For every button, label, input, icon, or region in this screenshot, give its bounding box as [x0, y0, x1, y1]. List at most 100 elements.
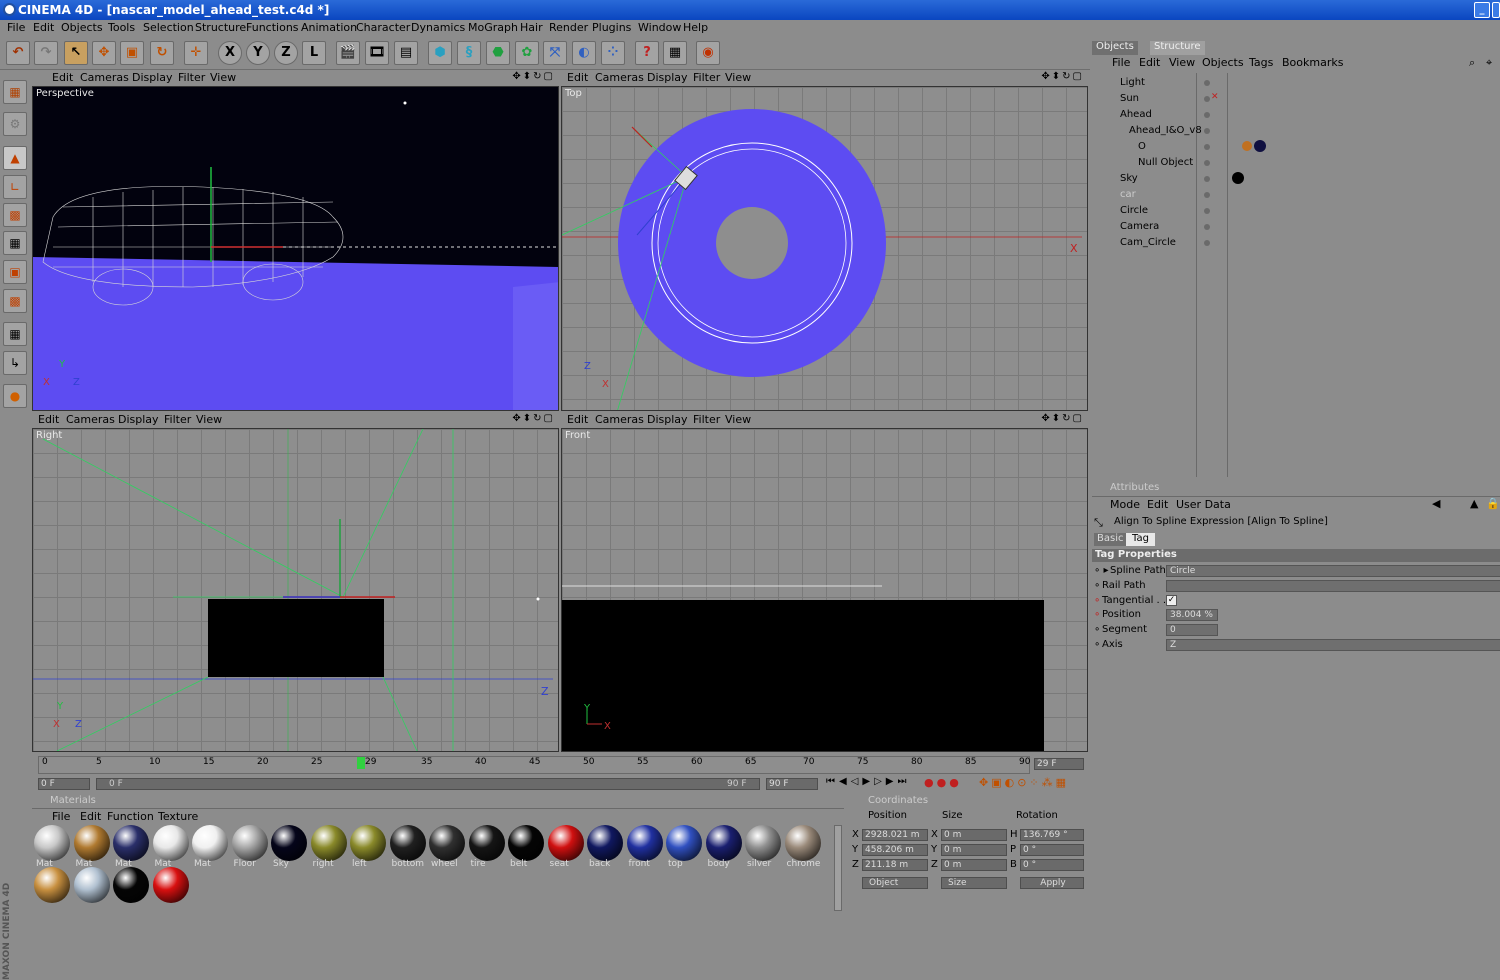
- attr-menu-userdata[interactable]: User Data: [1176, 498, 1231, 511]
- menu-animation[interactable]: Animation: [301, 21, 357, 34]
- model-mode-icon[interactable]: ▦: [3, 80, 27, 104]
- om-menu-edit[interactable]: Edit: [1139, 56, 1160, 69]
- object-mode-icon[interactable]: ⚙: [3, 112, 27, 136]
- mat-menu-edit[interactable]: Edit: [80, 810, 101, 823]
- maximize-button[interactable]: [1492, 2, 1500, 18]
- viewport-nav-icons[interactable]: ✥⬍↻▢: [512, 71, 555, 82]
- back-arrow-icon[interactable]: ◀: [1432, 497, 1440, 510]
- tab-tag[interactable]: Tag: [1126, 533, 1155, 546]
- render-settings-icon[interactable]: ▤: [394, 41, 418, 65]
- material-swatch[interactable]: [784, 825, 821, 861]
- vp-menu-display[interactable]: Display: [132, 71, 173, 84]
- rotation-p-field[interactable]: 0 °: [1020, 844, 1084, 856]
- end-frame-field[interactable]: 90 F: [766, 778, 818, 790]
- viewport-nav-icons[interactable]: ✥⬍↻▢: [1041, 413, 1084, 424]
- vp-menu-cameras[interactable]: Cameras: [595, 71, 644, 84]
- material-swatch[interactable]: [389, 825, 426, 861]
- list-item[interactable]: Null Object: [1094, 155, 1494, 171]
- axis-mode-icon[interactable]: ▩: [3, 289, 27, 313]
- list-item[interactable]: O: [1094, 139, 1494, 155]
- workplane-icon[interactable]: ↳: [3, 351, 27, 375]
- menu-window[interactable]: Window: [638, 21, 681, 34]
- playhead[interactable]: [357, 757, 365, 769]
- material-swatch[interactable]: [152, 867, 189, 903]
- position-field[interactable]: 38.004 %: [1166, 609, 1218, 621]
- polygons-mode-icon[interactable]: ▩: [3, 203, 27, 227]
- apply-button[interactable]: Apply: [1020, 877, 1084, 889]
- viewport-right[interactable]: Edit Cameras Display Filter View ✥⬍↻▢ Ri…: [32, 412, 559, 752]
- material-swatch[interactable]: [310, 825, 347, 861]
- rail-path-field[interactable]: [1166, 580, 1500, 592]
- om-menu-view[interactable]: View: [1169, 56, 1195, 69]
- menu-mograph[interactable]: MoGraph: [468, 21, 518, 34]
- vp-menu-edit[interactable]: Edit: [38, 413, 59, 426]
- list-item[interactable]: Circle: [1094, 203, 1494, 219]
- position-x-field[interactable]: 2928.021 m: [862, 829, 928, 841]
- menu-plugins[interactable]: Plugins: [592, 21, 631, 34]
- material-swatch[interactable]: [113, 867, 149, 903]
- spline-path-field[interactable]: Circle: [1166, 565, 1500, 577]
- cube-icon[interactable]: ⬢: [428, 41, 452, 65]
- rotate-icon[interactable]: ↻: [150, 41, 174, 65]
- coordinate-mode-dropdown[interactable]: Object: [862, 877, 928, 889]
- start-frame-field[interactable]: 0 F: [38, 778, 90, 790]
- move-cross-icon[interactable]: ✛: [184, 41, 208, 65]
- material-swatch[interactable]: [547, 825, 584, 861]
- om-menu-bookmarks[interactable]: Bookmarks: [1282, 56, 1343, 69]
- key-buttons[interactable]: ✥▣◐⊙⁘⁂▦: [979, 776, 1069, 789]
- size-x-field[interactable]: 0 m: [941, 829, 1007, 841]
- vp-menu-filter[interactable]: Filter: [693, 71, 720, 84]
- playback-controls[interactable]: ⏮◀◁▶▷▶⏭: [826, 776, 910, 787]
- vp-menu-view[interactable]: View: [725, 71, 751, 84]
- x-axis-lock-icon[interactable]: X: [218, 41, 242, 65]
- vp-menu-cameras[interactable]: Cameras: [80, 71, 129, 84]
- sculpt-icon[interactable]: ●: [3, 384, 27, 408]
- tab-objects[interactable]: Objects: [1092, 41, 1138, 55]
- timeline-ruler[interactable]: 0 5 10 15 20 25 29 35 40 45 50 55 60 65 …: [38, 756, 1030, 774]
- list-item[interactable]: Sky: [1094, 171, 1494, 187]
- mat-menu-texture[interactable]: Texture: [158, 810, 198, 823]
- spline-icon[interactable]: §: [457, 41, 481, 65]
- scene-icon[interactable]: ◐: [572, 41, 596, 65]
- undo-icon[interactable]: ↶: [6, 41, 30, 65]
- vp-menu-filter[interactable]: Filter: [164, 413, 191, 426]
- material-swatch[interactable]: [231, 825, 268, 861]
- menu-structure[interactable]: Structure: [195, 21, 246, 34]
- search-icon[interactable]: ⌕: [1469, 56, 1475, 70]
- menu-functions[interactable]: Functions: [246, 21, 299, 34]
- menu-character[interactable]: Character: [356, 21, 410, 34]
- material-swatch[interactable]: [73, 867, 110, 903]
- vp-menu-filter[interactable]: Filter: [693, 413, 720, 426]
- texture-mode-icon[interactable]: ▣: [3, 260, 27, 284]
- material-swatch[interactable]: [34, 867, 70, 903]
- perspective-canvas[interactable]: Perspective Y X Z: [32, 86, 559, 411]
- vp-menu-cameras[interactable]: Cameras: [595, 413, 644, 426]
- om-menu-file[interactable]: File: [1112, 56, 1130, 69]
- redo-icon[interactable]: ↷: [34, 41, 58, 65]
- position-y-field[interactable]: 458.206 m: [862, 844, 928, 856]
- vp-menu-display[interactable]: Display: [647, 71, 688, 84]
- vp-menu-view[interactable]: View: [725, 413, 751, 426]
- attr-menu-edit[interactable]: Edit: [1147, 498, 1168, 511]
- tangential-checkbox[interactable]: ✓: [1166, 595, 1177, 606]
- timeline[interactable]: 0 5 10 15 20 25 29 35 40 45 50 55 60 65 …: [34, 752, 1089, 794]
- scale-icon[interactable]: ▣: [120, 41, 144, 65]
- viewport-perspective[interactable]: Edit Cameras Display Filter View ✥⬍↻▢ Pe…: [32, 70, 559, 411]
- minimize-button[interactable]: _: [1474, 2, 1490, 18]
- vp-menu-edit[interactable]: Edit: [52, 71, 73, 84]
- material-swatch[interactable]: [34, 825, 70, 861]
- vp-menu-view[interactable]: View: [196, 413, 222, 426]
- menu-dynamics[interactable]: Dynamics: [411, 21, 465, 34]
- uv-mode-icon[interactable]: ▦: [3, 231, 27, 255]
- size-z-field[interactable]: 0 m: [941, 859, 1007, 871]
- current-frame-field[interactable]: 29 F: [1034, 758, 1084, 770]
- attr-menu-mode[interactable]: Mode: [1110, 498, 1140, 511]
- material-swatch[interactable]: [113, 825, 149, 861]
- material-swatch[interactable]: [468, 825, 505, 861]
- list-item[interactable]: car: [1094, 187, 1494, 203]
- material-swatch[interactable]: [429, 825, 465, 861]
- deformer-icon[interactable]: ⤧: [543, 41, 567, 65]
- material-swatch[interactable]: [666, 825, 702, 861]
- rotation-b-field[interactable]: 0 °: [1020, 859, 1084, 871]
- material-swatch[interactable]: [508, 825, 544, 861]
